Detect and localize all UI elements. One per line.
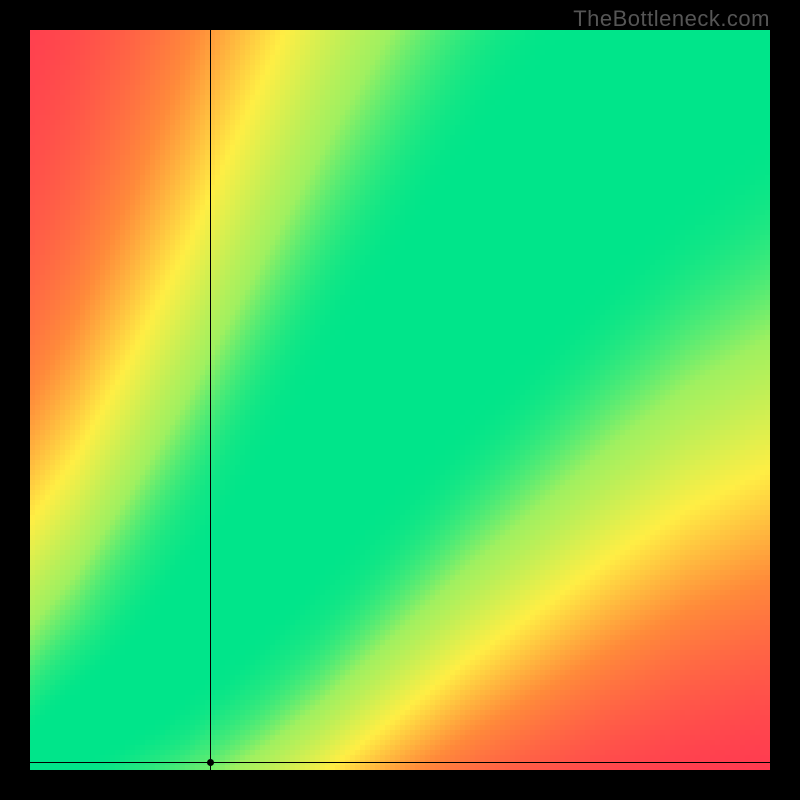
crosshair-point: [207, 759, 214, 766]
heatmap-canvas: [30, 30, 770, 770]
crosshair-horizontal: [30, 762, 770, 763]
heatmap-plot: [30, 30, 770, 770]
crosshair-vertical: [210, 30, 211, 770]
watermark-text: TheBottleneck.com: [573, 6, 770, 32]
